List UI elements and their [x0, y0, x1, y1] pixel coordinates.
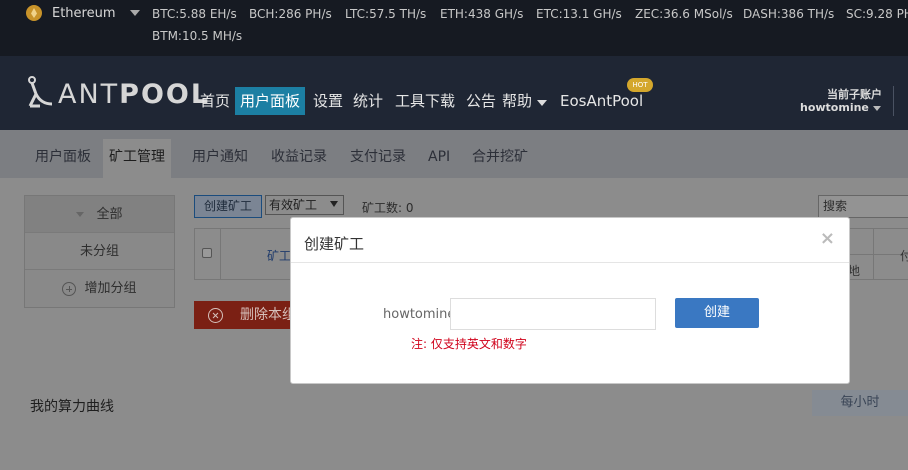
- group-sidebar: 全部 未分组 增加分组: [24, 195, 175, 308]
- dropdown-arrow-icon: [330, 201, 338, 207]
- nav-user-panel[interactable]: 用户面板: [235, 87, 306, 115]
- hashrate-ticker: Ethereum BTC:5.88 EH/s BCH:286 PH/s LTC:…: [0, 0, 908, 56]
- create-button[interactable]: 创建: [675, 298, 759, 328]
- ant-logo-icon: [28, 76, 53, 108]
- ticker-item-eth: ETH:438 GH/s: [440, 7, 524, 21]
- ticker-item-dash: DASH:386 TH/s: [743, 7, 835, 21]
- plus-circle-icon: [62, 281, 77, 296]
- ticker-item-sc: SC:9.28 PH/s: [846, 7, 908, 21]
- tab-merged-mining[interactable]: 合并挖矿: [466, 139, 534, 178]
- ticker-item-ltc: LTC:57.5 TH/s: [345, 7, 427, 21]
- nav-help-label: 帮助: [502, 92, 533, 110]
- caret-icon: [76, 212, 85, 217]
- nav-announcements[interactable]: 公告: [461, 87, 501, 115]
- miner-count: 矿工数: 0: [362, 201, 414, 215]
- column-header-miner[interactable]: 矿工: [267, 247, 291, 264]
- group-ungrouped[interactable]: 未分组: [25, 233, 174, 270]
- ticker-item-btm: BTM:10.5 MH/s: [152, 29, 243, 43]
- ticker-item-etc: ETC:13.1 GH/s: [536, 7, 622, 21]
- hashrate-chart-title: 我的算力曲线: [30, 399, 114, 415]
- hourly-button[interactable]: 每小时: [812, 390, 908, 416]
- chevron-down-icon: [129, 10, 140, 16]
- ticker-item-zec: ZEC:36.6 MSol/s: [635, 7, 733, 21]
- add-group-button[interactable]: 增加分组: [25, 270, 174, 307]
- group-all[interactable]: 全部: [25, 196, 174, 233]
- delete-group-button[interactable]: 删除本组: [194, 301, 304, 329]
- miner-name-input[interactable]: [450, 298, 656, 330]
- antpool-logo[interactable]: ANTPOOL: [24, 74, 210, 114]
- miner-filter-value: 有效矿工: [269, 198, 318, 212]
- nav-help[interactable]: 帮助: [497, 87, 552, 115]
- nav-home[interactable]: 首页: [195, 87, 235, 115]
- coin-selector-label: Ethereum: [52, 5, 116, 21]
- close-icon[interactable]: ×: [820, 228, 835, 249]
- logo-text: ANTPOOL: [58, 78, 211, 110]
- select-all-checkbox[interactable]: [202, 248, 212, 258]
- search-input[interactable]: 搜索: [818, 195, 908, 218]
- delete-icon: [208, 308, 223, 323]
- nav-stats[interactable]: 统计: [348, 87, 388, 115]
- divider: [893, 86, 894, 116]
- main-navbar: ANTPOOL 首页 用户面板 设置 统计 工具下载 公告 帮助 EosAntP…: [0, 56, 908, 130]
- ethereum-icon: [26, 5, 42, 21]
- input-hint: 注: 仅支持英文和数字: [411, 337, 527, 351]
- chevron-down-icon: [537, 100, 548, 106]
- nav-settings[interactable]: 设置: [308, 87, 348, 115]
- tab-user-panel[interactable]: 用户面板: [29, 139, 97, 178]
- modal-header: 创建矿工 ×: [291, 218, 849, 263]
- sub-navbar: 用户面板 矿工管理 用户通知 收益记录 支付记录 API 合并挖矿: [0, 130, 908, 178]
- nav-tools-download[interactable]: 工具下载: [390, 87, 460, 115]
- hot-badge: HOT: [627, 78, 653, 92]
- tab-user-notifications[interactable]: 用户通知: [186, 139, 254, 178]
- tab-payments[interactable]: 支付记录: [344, 139, 412, 178]
- account-switcher[interactable]: howtomine: [800, 101, 881, 114]
- miner-filter-select[interactable]: 有效矿工: [265, 195, 344, 215]
- create-miner-modal: 创建矿工 × howtomine. 创建 注: 仅支持英文和数字: [290, 217, 850, 384]
- tab-earnings[interactable]: 收益记录: [265, 139, 333, 178]
- coin-selector[interactable]: Ethereum: [26, 5, 140, 21]
- table-divider: [220, 228, 221, 280]
- ticker-item-btc: BTC:5.88 EH/s: [152, 7, 237, 21]
- miner-name-prefix: howtomine.: [383, 307, 460, 322]
- ticker-item-bch: BCH:286 PH/s: [249, 7, 332, 21]
- delete-group-label: 删除本组: [240, 307, 296, 323]
- table-divider: [873, 228, 874, 280]
- create-miner-button[interactable]: 创建矿工: [194, 195, 262, 218]
- account-name: howtomine: [800, 101, 869, 114]
- add-group-label: 增加分组: [84, 281, 137, 296]
- chevron-down-icon: [872, 105, 881, 111]
- column-header-fragment: 付: [900, 249, 908, 263]
- group-all-label: 全部: [96, 207, 123, 222]
- modal-title: 创建矿工: [304, 235, 365, 253]
- tab-miner-management[interactable]: 矿工管理: [103, 139, 171, 178]
- account-label: 当前子账户: [827, 88, 882, 101]
- tab-api[interactable]: API: [422, 139, 456, 178]
